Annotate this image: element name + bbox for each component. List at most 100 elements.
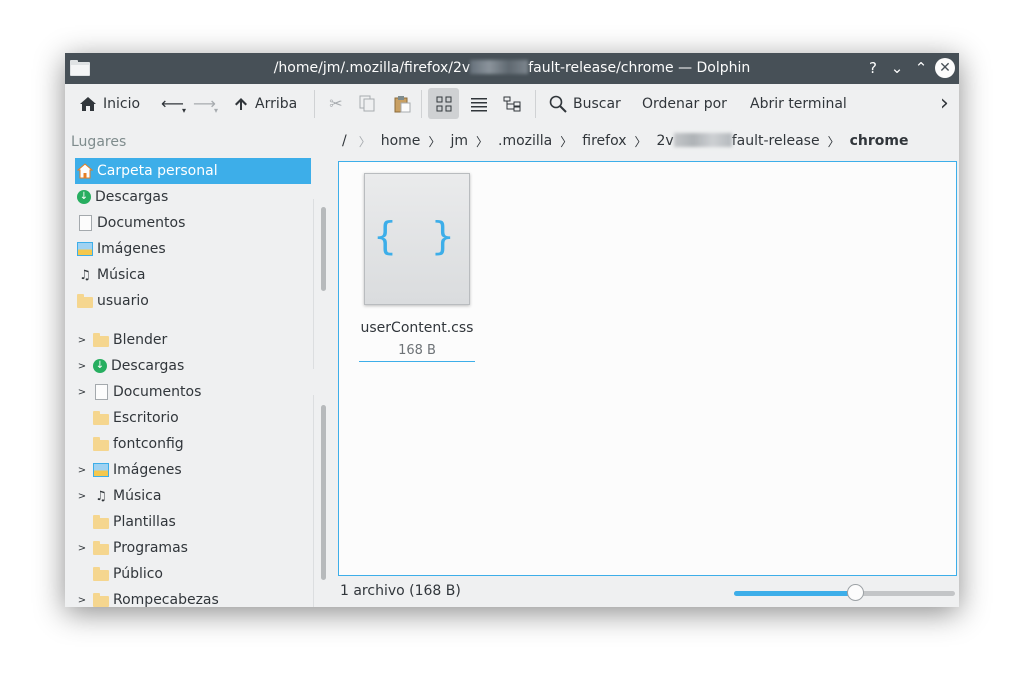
expand-chevron-icon[interactable]: >	[75, 491, 89, 502]
open-terminal-button[interactable]: Abrir terminal	[750, 84, 847, 123]
home-icon	[80, 96, 96, 111]
download-icon: ↓	[93, 359, 107, 373]
expand-chevron-icon[interactable]: >	[75, 465, 89, 476]
close-button[interactable]: ✕	[935, 58, 955, 78]
toolbar-overflow-button[interactable]: ›	[940, 84, 949, 123]
tree-item-plantillas[interactable]: Plantillas	[75, 509, 315, 535]
panel-divider	[313, 395, 314, 607]
main-toolbar: Inicio ⟵ ▾ ⟶ ▾ Arriba ✂ Buscar Ordenar p…	[65, 84, 959, 123]
tree-label: Plantillas	[113, 514, 176, 530]
breadcrumb: / 〉 home 〉 jm 〉 .mozilla 〉 firefox 〉 2v f…	[337, 125, 957, 157]
chevron-right-icon: 〉	[475, 134, 488, 149]
minimize-button[interactable]: ⌄	[886, 57, 908, 79]
place-music[interactable]: ♫ Música	[75, 262, 311, 288]
expand-chevron-icon[interactable]: >	[75, 595, 89, 606]
expand-chevron-icon[interactable]: >	[75, 335, 89, 346]
details-view-button[interactable]	[470, 84, 488, 123]
folder-icon	[93, 592, 109, 607]
paste-button[interactable]	[393, 84, 411, 123]
css-file-icon[interactable]: { }	[364, 173, 470, 305]
folder-icon	[77, 293, 93, 309]
maximize-button[interactable]: ⌃	[910, 57, 932, 79]
expand-chevron-icon[interactable]: >	[75, 361, 89, 372]
document-icon	[93, 384, 109, 400]
place-label: usuario	[97, 293, 149, 309]
help-button[interactable]: ?	[862, 57, 884, 79]
tree-label: Escritorio	[113, 410, 179, 426]
chevron-down-icon: ▾	[182, 106, 187, 115]
chevron-down-icon: ▾	[214, 106, 219, 115]
sort-button[interactable]: Ordenar por	[642, 84, 727, 123]
crumb-root[interactable]: /	[342, 133, 347, 149]
place-images[interactable]: Imágenes	[75, 236, 311, 262]
crumb-jm[interactable]: jm	[450, 133, 468, 149]
search-button[interactable]: Buscar	[549, 84, 621, 123]
folder-icon	[93, 514, 109, 530]
forward-button[interactable]: ⟶ ▾	[193, 84, 221, 123]
crumb-firefox[interactable]: firefox	[582, 133, 626, 149]
zoom-slider-fill	[734, 591, 856, 596]
redacted-text	[470, 60, 529, 74]
zoom-slider[interactable]	[734, 584, 955, 601]
tree-icon	[503, 96, 521, 111]
place-home[interactable]: Carpeta personal	[75, 158, 311, 184]
tree-label: Imágenes	[113, 462, 182, 478]
images-icon	[93, 462, 109, 478]
document-icon	[77, 215, 93, 231]
place-downloads[interactable]: ↓ Descargas	[75, 184, 311, 210]
home-icon	[77, 163, 93, 179]
tree-item-blender[interactable]: > Blender	[75, 327, 315, 353]
expand-chevron-icon[interactable]: >	[75, 543, 89, 554]
tree-item-imagenes[interactable]: > Imágenes	[75, 457, 315, 483]
forward-arrow-icon: ⟶	[193, 93, 216, 113]
home-label: Inicio	[103, 95, 141, 112]
window-title: /home/jm/.mozilla/firefox/2v fault-releas…	[273, 60, 751, 76]
file-name[interactable]: userContent.css	[349, 320, 485, 336]
crumb-profile[interactable]: 2v fault-release	[657, 133, 820, 149]
tree-item-fontconfig[interactable]: fontconfig	[75, 431, 315, 457]
tree-item-musica[interactable]: > ♫ Música	[75, 483, 315, 509]
grid-icon	[436, 96, 452, 111]
place-usuario[interactable]: usuario	[75, 288, 311, 314]
status-summary: 1 archivo (168 B)	[340, 583, 461, 599]
zoom-slider-handle[interactable]	[846, 584, 864, 601]
tree-item-rompecabezas[interactable]: > Rompecabezas	[75, 587, 315, 607]
icons-view-button[interactable]	[436, 84, 452, 123]
tree-label: Blender	[113, 332, 168, 348]
crumb-current[interactable]: chrome	[850, 133, 909, 149]
tree-item-escritorio[interactable]: Escritorio	[75, 405, 315, 431]
chevron-right-icon: 〉	[428, 134, 441, 149]
tree-item-publico[interactable]: Público	[75, 561, 315, 587]
folder-icon	[93, 436, 109, 452]
up-label: Arriba	[255, 95, 298, 112]
tree-item-documentos[interactable]: > Documentos	[75, 379, 315, 405]
tree-item-descargas[interactable]: > ↓ Descargas	[75, 353, 315, 379]
tree-label: Público	[113, 566, 163, 582]
expand-chevron-icon[interactable]: >	[75, 387, 89, 398]
tree-label: fontconfig	[113, 436, 184, 452]
tree-view-button[interactable]	[503, 84, 521, 123]
folder-icon	[93, 332, 109, 348]
place-label: Descargas	[95, 189, 169, 205]
download-icon: ↓	[77, 190, 91, 204]
up-button[interactable]: Arriba	[233, 84, 297, 123]
places-scrollbar[interactable]	[321, 207, 326, 291]
title-bar[interactable]: /home/jm/.mozilla/firefox/2v fault-releas…	[65, 53, 959, 84]
scissors-icon: ✂	[329, 93, 343, 113]
toolbar-separator	[314, 90, 315, 118]
back-arrow-icon: ⟵	[161, 93, 184, 113]
crumb-home[interactable]: home	[381, 133, 421, 149]
tree-item-programas[interactable]: > Programas	[75, 535, 315, 561]
folders-scrollbar[interactable]	[321, 405, 326, 580]
file-view[interactable]: { } userContent.css 168 B	[338, 161, 957, 576]
copy-button[interactable]	[359, 84, 375, 123]
back-button[interactable]: ⟵ ▾	[161, 84, 189, 123]
up-arrow-icon	[235, 97, 247, 110]
place-label: Música	[97, 267, 146, 283]
braces-glyph: { }	[373, 214, 461, 258]
chevron-right-icon: 〉	[827, 134, 840, 149]
home-button[interactable]: Inicio	[79, 84, 140, 123]
place-documents[interactable]: Documentos	[75, 210, 311, 236]
cut-button[interactable]: ✂	[327, 84, 345, 123]
crumb-mozilla[interactable]: .mozilla	[498, 133, 552, 149]
